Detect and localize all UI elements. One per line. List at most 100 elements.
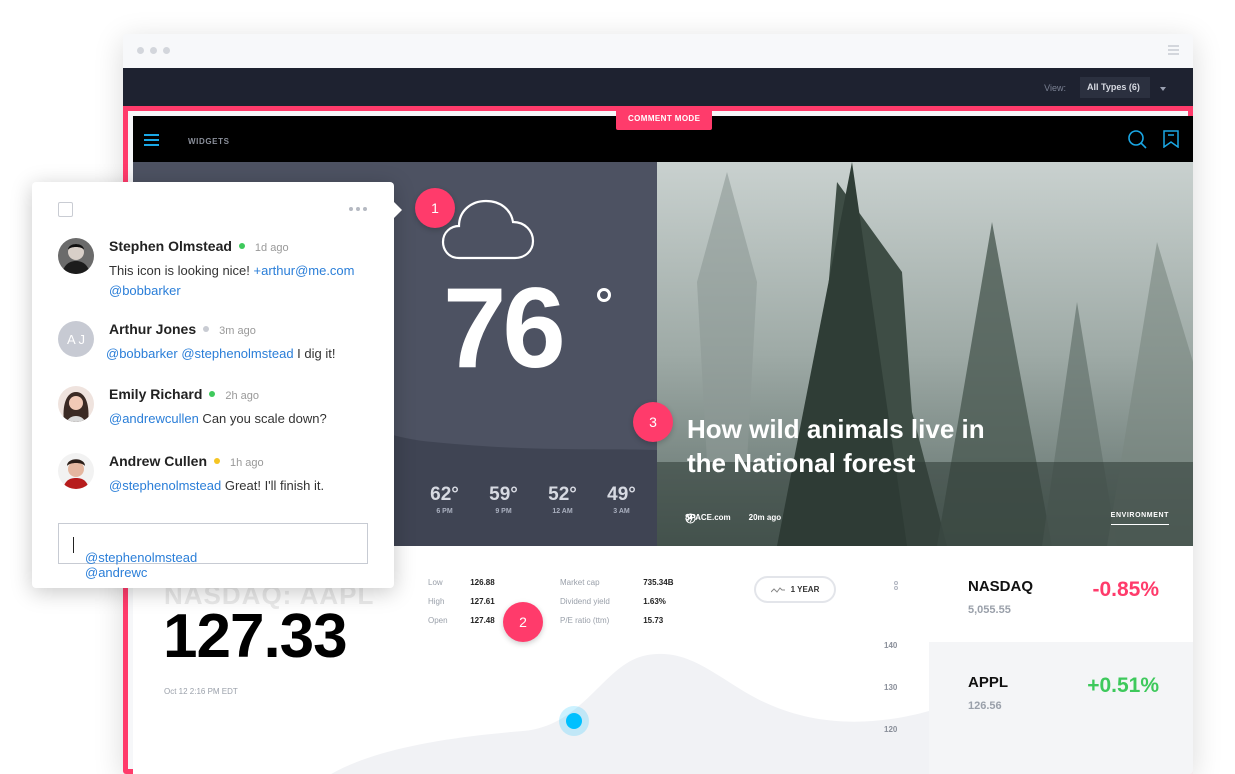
forecast-temp: 49° xyxy=(607,484,636,505)
comment-time: 1h ago xyxy=(230,457,264,469)
view-label: View: xyxy=(1044,83,1066,93)
reply-value: @stephenolmstead @andrewc xyxy=(72,537,197,580)
resolve-checkbox[interactable] xyxy=(58,202,73,217)
text-cursor xyxy=(73,537,74,553)
stat-row: Dividend yield 1.63% xyxy=(560,597,666,606)
comment-body: This icon is looking nice! xyxy=(109,263,254,278)
stat-label: Dividend yield xyxy=(560,597,610,606)
forecast-hour: 6 PM xyxy=(436,508,453,515)
stat-value: 127.48 xyxy=(470,616,495,625)
article-widget[interactable]: How wild animals live in the National fo… xyxy=(657,162,1193,546)
comment-time: 3m ago xyxy=(219,325,256,337)
index-change: -0.85% xyxy=(1092,578,1159,601)
index-row[interactable]: APPL 126.56 +0.51% xyxy=(929,642,1193,738)
search-icon[interactable] xyxy=(1127,129,1147,149)
comment-time: 1d ago xyxy=(254,242,289,254)
comment-pin[interactable]: 2 xyxy=(503,602,543,642)
time-ago: 20m ago xyxy=(748,513,782,522)
more-icon[interactable] xyxy=(349,207,367,211)
name-text: Arthur Jones xyxy=(109,321,197,337)
commenter-name: Arthur Jones 3m ago xyxy=(109,321,256,337)
forecast-temp: 62° xyxy=(430,484,459,505)
mention-link[interactable]: @andrewcullen xyxy=(109,411,199,426)
stat-row: Open 127.48 xyxy=(428,616,495,625)
reply-text: @stephenolmstead @andrewc xyxy=(85,550,198,580)
name-text: Andrew Cullen xyxy=(109,453,208,469)
name-text: Stephen Olmstead xyxy=(109,238,232,254)
status-dot xyxy=(209,391,216,397)
chevron-down-icon[interactable] xyxy=(1160,87,1166,91)
stat-row: Market cap 735.34B xyxy=(560,578,673,587)
stat-value: 15.73 xyxy=(643,616,664,625)
cloud-icon xyxy=(441,199,535,260)
temperature: 76 xyxy=(443,265,566,392)
comment-text: This icon is looking nice! +arthur@me.co… xyxy=(109,261,379,301)
stat-label: P/E ratio (ttm) xyxy=(560,616,610,625)
stat-label: High xyxy=(428,597,445,606)
title-bar xyxy=(123,34,1193,68)
stat-row: High 127.61 xyxy=(428,597,495,606)
axis-tick: 130 xyxy=(884,683,898,692)
avatar xyxy=(58,386,94,422)
forest-image xyxy=(657,162,1193,546)
commenter-name: Andrew Cullen 1h ago xyxy=(109,453,264,469)
stat-row: P/E ratio (ttm) 15.73 xyxy=(560,616,663,625)
index-value: 126.56 xyxy=(968,700,1002,712)
menu-icon[interactable] xyxy=(1168,45,1179,55)
window-controls[interactable] xyxy=(137,47,170,54)
comment-text: @stephenolmstead Great! I'll finish it. xyxy=(109,476,379,496)
forecast-temp: 52° xyxy=(548,484,577,505)
avatar-initials: A J xyxy=(58,321,94,357)
comment-mode-badge[interactable]: COMMENT MODE xyxy=(616,108,713,130)
comment-pin[interactable]: 3 xyxy=(633,402,673,442)
chart-marker[interactable] xyxy=(566,713,582,729)
category-tag[interactable]: ENVIRONMENT xyxy=(1110,512,1169,525)
forecast-item: 59° 9 PM xyxy=(474,484,533,515)
stat-value: 126.88 xyxy=(470,578,495,587)
avatar xyxy=(58,238,94,274)
range-button[interactable]: 1 YEAR xyxy=(754,576,836,603)
index-change: +0.51% xyxy=(1087,674,1159,697)
status-dot xyxy=(238,243,245,249)
range-label: 1 YEAR xyxy=(790,585,820,594)
axis-tick: 140 xyxy=(884,641,898,650)
mention-link[interactable]: @stephenolmstead xyxy=(109,478,221,493)
comment-time: 2h ago xyxy=(225,390,260,402)
stat-value: 1.63% xyxy=(643,597,666,606)
status-dot xyxy=(214,458,221,464)
hamburger-icon[interactable] xyxy=(144,134,159,147)
stat-value: 735.34B xyxy=(643,578,674,587)
forecast-temp: 59° xyxy=(489,484,518,505)
forecast-hour: 9 PM xyxy=(495,508,512,515)
axis-tick: 120 xyxy=(884,725,898,734)
index-value: 5,055.55 xyxy=(968,604,1011,616)
degree-symbol xyxy=(597,288,611,302)
reply-input[interactable]: @stephenolmstead @andrewc xyxy=(58,523,368,580)
indices-list: NASDAQ 5,055.55 -0.85% APPL 126.56 +0.51… xyxy=(929,546,1193,774)
trend-icon xyxy=(770,586,785,593)
forecast-item: 52° 12 AM xyxy=(533,484,592,515)
comment-body: Great! I'll finish it. xyxy=(221,478,325,493)
forecast-hour: 12 AM xyxy=(552,508,573,515)
forecast-list: 62° 6 PM 59° 9 PM 52° 12 AM 49° 3 AM xyxy=(415,484,651,515)
article-headline[interactable]: How wild animals live in the National fo… xyxy=(687,412,1017,480)
comment-text: @bobbarker @stephenolmstead I dig it! xyxy=(106,344,376,364)
index-name: NASDAQ xyxy=(968,578,1034,595)
article-meta: SPACE.com 20m ago xyxy=(685,513,782,524)
panel-pointer xyxy=(394,202,402,218)
bookmark-icon[interactable] xyxy=(1162,130,1180,148)
comment-body: Can you scale down? xyxy=(198,411,327,426)
stat-label: Open xyxy=(428,616,448,625)
stat-label: Market cap xyxy=(560,578,600,587)
view-select[interactable]: All Types (6) xyxy=(1080,77,1150,98)
index-name: APPL xyxy=(968,674,1009,691)
nav-title: WIDGETS xyxy=(188,137,230,146)
stat-row: Low 126.88 xyxy=(428,578,495,587)
index-row[interactable]: NASDAQ 5,055.55 -0.85% xyxy=(929,546,1193,642)
app-toolbar: View: All Types (6) xyxy=(123,68,1193,106)
comment-text: @andrewcullen Can you scale down? xyxy=(109,409,379,429)
more-options-icon[interactable] xyxy=(894,581,898,595)
comment-pin[interactable]: 1 xyxy=(415,188,455,228)
mention-link[interactable]: @bobbarker @stephenolmstead xyxy=(106,346,294,361)
commenter-name: Stephen Olmstead 1d ago xyxy=(109,238,289,254)
